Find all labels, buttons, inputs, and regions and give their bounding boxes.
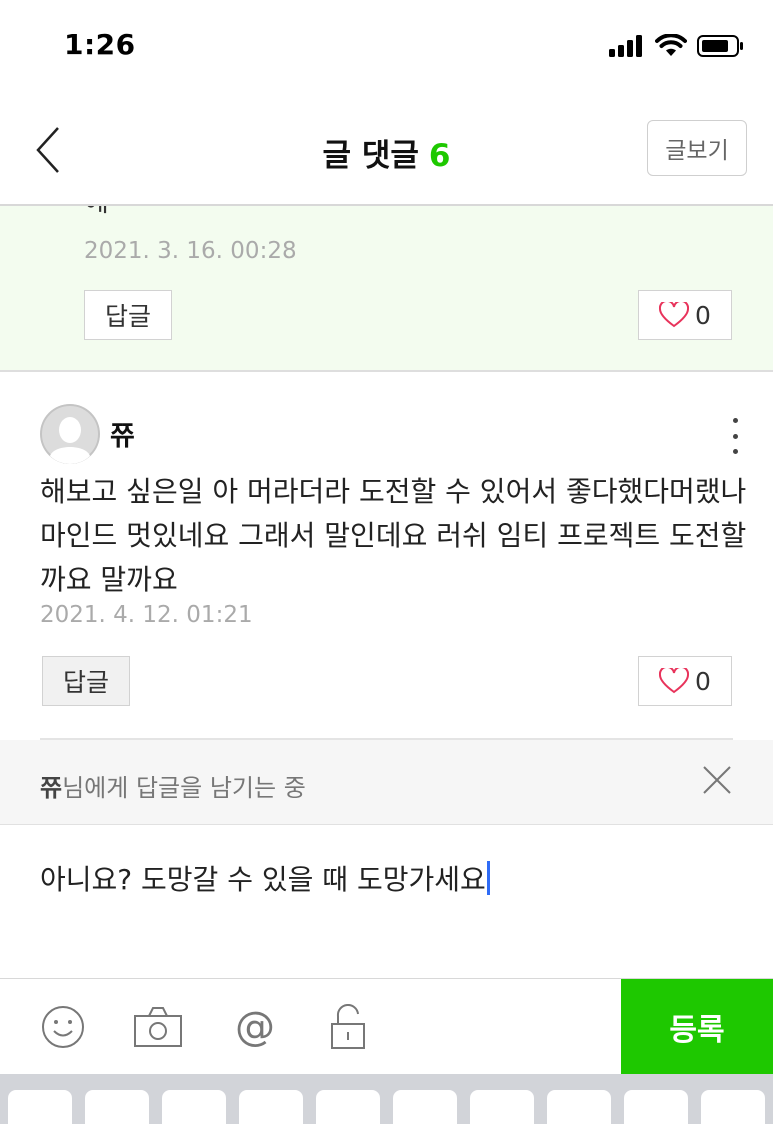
text-caret	[486, 861, 490, 895]
camera-button[interactable]	[133, 1004, 182, 1050]
keyboard	[0, 1074, 773, 1124]
comment-input-text: 아니요? 도망갈 수 있을 때 도망가세요	[40, 863, 486, 896]
close-icon	[703, 766, 731, 794]
comment-date: 2021. 3. 16. 00:28	[84, 238, 297, 264]
comment-author[interactable]: 쮸	[110, 414, 135, 453]
submit-button[interactable]: 등록	[621, 979, 773, 1074]
like-count: 0	[695, 666, 711, 696]
status-time: 1:26	[64, 28, 136, 61]
comment-highlighted: 에~~ 2021. 3. 16. 00:28 답글 0	[0, 206, 773, 370]
comment-input-value[interactable]: 아니요? 도망갈 수 있을 때 도망가세요	[40, 858, 490, 898]
lock-icon	[331, 1004, 365, 1049]
heart-icon	[659, 302, 690, 328]
emoji-icon	[42, 1006, 84, 1048]
more-options-icon[interactable]	[725, 418, 745, 454]
comment-date: 2021. 4. 12. 01:21	[40, 602, 253, 628]
replying-label: 님에게 답글을 남기는 중	[62, 774, 306, 802]
comment-divider	[0, 370, 773, 372]
reply-button[interactable]: 답글	[84, 290, 172, 340]
keyboard-key[interactable]	[162, 1090, 226, 1124]
status-icons	[609, 34, 745, 58]
reply-button[interactable]: 답글	[42, 656, 130, 706]
mention-button[interactable]: @	[232, 1004, 278, 1050]
keyboard-key[interactable]	[701, 1090, 765, 1124]
emoji-button[interactable]	[40, 1004, 86, 1050]
default-profile-icon	[40, 404, 100, 464]
comment-input[interactable]	[0, 825, 773, 979]
replying-status: 쮸님에게 답글을 남기는 중	[40, 768, 306, 803]
like-button[interactable]: 0	[638, 290, 732, 340]
keyboard-key[interactable]	[624, 1090, 688, 1124]
privacy-button[interactable]	[328, 1004, 374, 1050]
camera-icon	[134, 1007, 182, 1047]
heart-icon	[659, 668, 690, 694]
keyboard-key[interactable]	[393, 1090, 457, 1124]
comment-count: 6	[428, 138, 451, 174]
comment-text: 해보고 싶은일 아 머라더라 도전할 수 있어서 좋다했다머랬나 마인드 멋있네…	[40, 475, 747, 596]
keyboard-key[interactable]	[547, 1090, 611, 1124]
battery-icon	[697, 35, 743, 57]
comment-toolbar	[0, 979, 620, 1074]
wifi-icon	[655, 34, 687, 56]
svg-text:@: @	[235, 1004, 275, 1050]
page-title-label: 글 댓글	[322, 138, 419, 174]
cancel-reply-button[interactable]	[701, 764, 733, 796]
keyboard-key[interactable]	[239, 1090, 303, 1124]
keyboard-key[interactable]	[470, 1090, 534, 1124]
keyboard-key[interactable]	[8, 1090, 72, 1124]
reply-target: 쮸	[40, 774, 63, 802]
keyboard-key[interactable]	[316, 1090, 380, 1124]
avatar[interactable]	[40, 404, 100, 464]
mention-icon: @	[235, 1004, 275, 1050]
view-post-button[interactable]: 글보기	[647, 120, 747, 176]
signal-icon	[609, 35, 642, 57]
like-count: 0	[695, 300, 711, 330]
replying-bar: 쮸님에게 답글을 남기는 중	[0, 740, 773, 825]
keyboard-key[interactable]	[85, 1090, 149, 1124]
like-button[interactable]: 0	[638, 656, 732, 706]
comment-text: 에~~	[84, 206, 154, 219]
